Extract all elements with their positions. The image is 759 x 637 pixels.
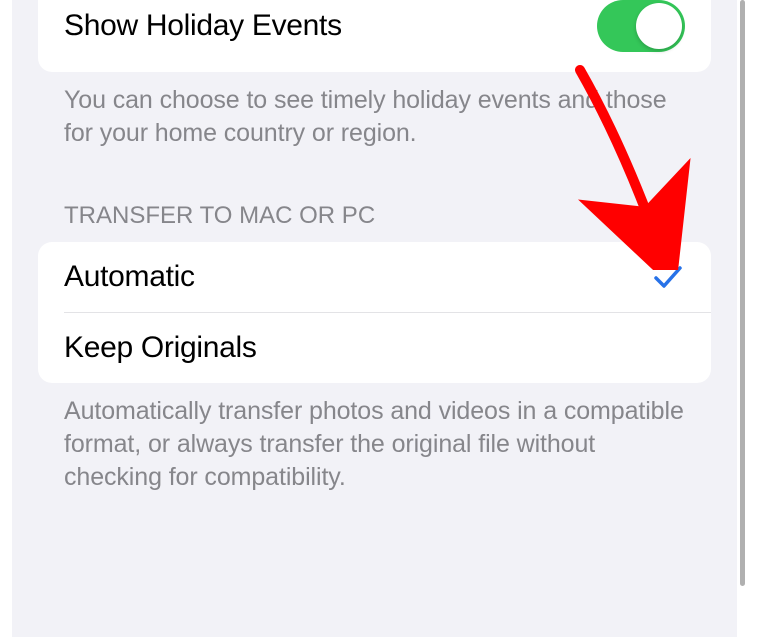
checkmark-icon (651, 260, 685, 294)
holiday-events-group: Show Holiday Events (38, 0, 711, 72)
show-holiday-events-toggle[interactable] (597, 0, 685, 52)
settings-viewport: Show Holiday Events You can choose to se… (12, 0, 737, 637)
transfer-options-group: Automatic Keep Originals (38, 242, 711, 383)
transfer-option-automatic[interactable]: Automatic (38, 242, 711, 312)
toggle-knob (636, 3, 682, 49)
transfer-option-keep-originals[interactable]: Keep Originals (38, 313, 711, 383)
transfer-option-automatic-label: Automatic (64, 260, 195, 294)
show-holiday-events-row[interactable]: Show Holiday Events (38, 0, 711, 72)
show-holiday-events-label: Show Holiday Events (64, 9, 342, 43)
transfer-section-header: Transfer to Mac or PC (38, 150, 711, 242)
holiday-events-footer: You can choose to see timely holiday eve… (38, 72, 711, 150)
scrollbar[interactable] (740, 0, 745, 586)
transfer-section-footer: Automatically transfer photos and videos… (38, 383, 711, 494)
transfer-option-keep-originals-label: Keep Originals (64, 331, 257, 365)
